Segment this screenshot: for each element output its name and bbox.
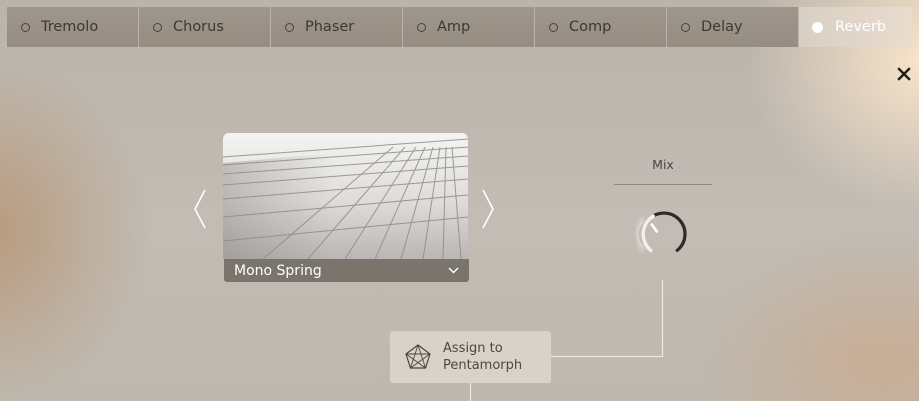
reverb-panel: Tremolo Chorus Phaser Amp Comp Delay Rev… xyxy=(0,0,919,405)
tab-indicator xyxy=(417,22,426,32)
tab-chorus[interactable]: Chorus xyxy=(139,7,271,47)
tab-comp[interactable]: Comp xyxy=(535,7,667,47)
close-button[interactable] xyxy=(896,66,912,82)
mix-label: Mix xyxy=(652,157,674,172)
assign-label: Assign to Pentamorph xyxy=(443,340,522,374)
tab-indicator xyxy=(153,22,162,32)
tab-indicator xyxy=(21,22,30,32)
assign-label-line2: Pentamorph xyxy=(443,358,523,373)
preset-preview-image xyxy=(223,133,468,259)
tab-reverb[interactable]: Reverb xyxy=(799,7,912,47)
tab-label: Chorus xyxy=(173,19,224,35)
tab-delay[interactable]: Delay xyxy=(667,7,799,47)
tab-label: Delay xyxy=(701,19,743,35)
tab-label: Phaser xyxy=(305,19,355,35)
preset-name: Mono Spring xyxy=(234,262,322,279)
tab-label: Amp xyxy=(437,19,471,35)
tab-indicator-active xyxy=(812,21,823,33)
chevron-right-icon xyxy=(482,189,494,229)
chevron-down-icon xyxy=(448,267,459,274)
effects-tab-bar: Tremolo Chorus Phaser Amp Comp Delay Rev… xyxy=(7,7,912,47)
tab-amp[interactable]: Amp xyxy=(403,7,535,47)
pentagon-icon xyxy=(405,344,431,369)
preset-dropdown[interactable]: Mono Spring xyxy=(224,259,469,282)
close-icon xyxy=(897,67,911,81)
bottom-border xyxy=(0,401,919,405)
tab-label: Reverb xyxy=(835,19,887,35)
tab-indicator xyxy=(549,22,558,32)
mix-knob[interactable] xyxy=(619,197,709,287)
tab-phaser[interactable]: Phaser xyxy=(271,7,403,47)
assign-to-pentamorph-button[interactable]: Assign to Pentamorph xyxy=(390,331,551,383)
tab-indicator xyxy=(681,22,690,32)
knob-dial xyxy=(629,209,687,259)
tab-label: Tremolo xyxy=(41,19,99,35)
mix-divider xyxy=(614,184,712,185)
assign-label-line1: Assign to xyxy=(443,341,503,356)
prev-preset-button[interactable] xyxy=(190,186,210,232)
tab-label: Comp xyxy=(569,19,612,35)
tab-tremolo[interactable]: Tremolo xyxy=(7,7,139,47)
next-preset-button[interactable] xyxy=(478,186,498,232)
room-grid-image xyxy=(223,133,468,259)
chevron-left-icon xyxy=(194,189,206,229)
tab-indicator xyxy=(285,22,294,32)
